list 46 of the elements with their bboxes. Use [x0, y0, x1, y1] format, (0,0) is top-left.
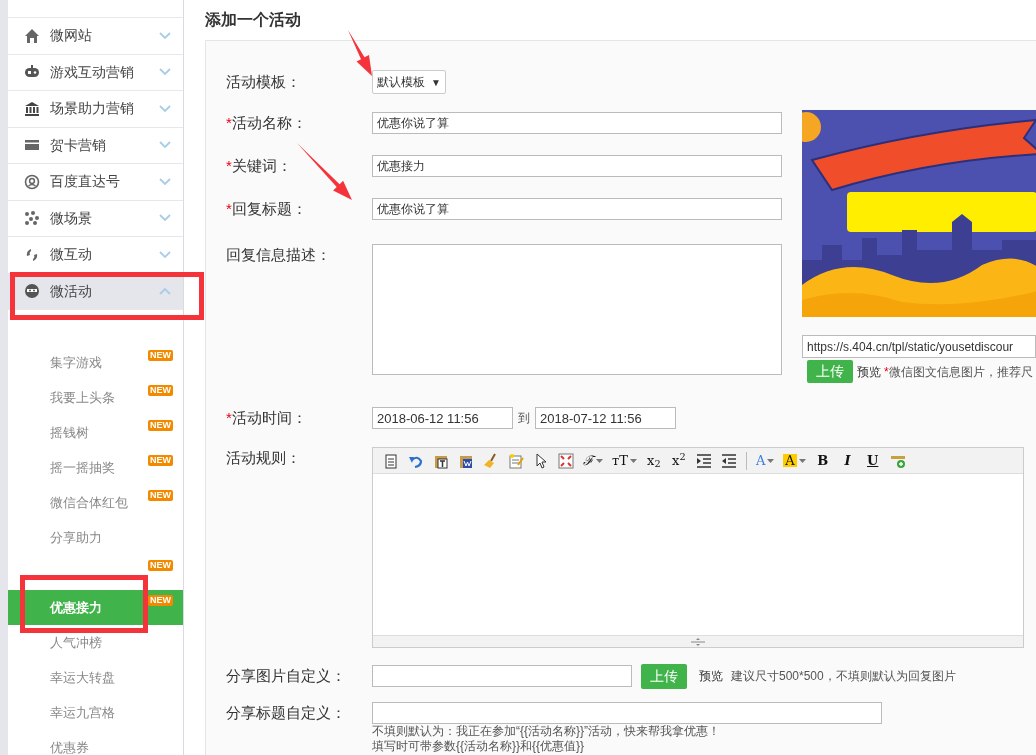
- toolbar-button[interactable]: x$_{2}$: [643, 450, 664, 471]
- input-field[interactable]: 优惠接力: [372, 155, 782, 177]
- new-badge: NEW: [148, 490, 173, 501]
- required-mark: *: [226, 407, 232, 428]
- hint-text: 微信图文信息图片，推荐尺: [888, 363, 1033, 381]
- preview-link[interactable]: 预览: [857, 362, 881, 381]
- hint-text: 不填则默认为：我正在参加“{{活动名称}}”活动，快来帮我拿优惠！: [372, 724, 722, 739]
- hint-text: 填写时可带参数{{活动名称}}和{{优惠值}}: [372, 739, 586, 754]
- toolbar-button[interactable]: B: [812, 450, 833, 471]
- field-label: 分享标题自定义：: [226, 703, 346, 723]
- input-field[interactable]: 优惠你说了算: [372, 112, 782, 134]
- field-label: 活动模板：: [226, 71, 301, 92]
- rich-text-editor[interactable]: ℱ тT x$_{2}$ x$^{2}$ A A B I U: [372, 447, 1024, 648]
- hint-text: 建议尺寸500*500，不填则默认为回复图片: [731, 668, 956, 685]
- input-field[interactable]: 优惠你说了算: [372, 198, 782, 220]
- toolbar-button[interactable]: A: [781, 450, 808, 471]
- field-label: 关键词：: [231, 155, 292, 176]
- new-badge: NEW: [148, 560, 173, 571]
- input-field[interactable]: 2018-06-12 11:56: [372, 407, 513, 429]
- toolbar-button[interactable]: тT: [610, 450, 639, 471]
- range-separator: 到: [518, 410, 530, 427]
- new-badge: NEW: [148, 420, 173, 431]
- required-mark: *: [884, 363, 889, 381]
- input-field[interactable]: 2018-07-12 11:56: [535, 407, 676, 429]
- preview-link[interactable]: 预览: [699, 667, 723, 685]
- new-badge: NEW: [148, 350, 173, 361]
- field-label: 回复信息描述：: [226, 245, 331, 265]
- toolbar-button[interactable]: A: [753, 450, 777, 471]
- toolbar-button[interactable]: ℱ: [581, 450, 605, 471]
- required-mark: *: [226, 155, 232, 176]
- new-badge: NEW: [148, 595, 173, 606]
- required-mark: *: [226, 198, 232, 219]
- field-label: 活动时间：: [231, 407, 307, 428]
- field-label: 分享图片自定义：: [226, 665, 346, 686]
- toolbar-button[interactable]: x$^{2}$: [668, 450, 689, 471]
- required-mark: *: [226, 112, 232, 133]
- toolbar-button[interactable]: U: [862, 450, 883, 471]
- field-label: 活动规则：: [226, 448, 301, 468]
- toolbar-button[interactable]: I: [837, 450, 858, 471]
- page-title: 添加一个活动: [205, 11, 301, 28]
- field-label: 回复标题：: [231, 198, 307, 219]
- field-label: 活动名称：: [231, 112, 307, 133]
- input-field[interactable]: https://s.404.cn/tpl/static/yousetdiscour: [802, 335, 1036, 358]
- template-dropdown[interactable]: 默认模板 ▼: [372, 70, 446, 94]
- new-badge: NEW: [148, 455, 173, 466]
- new-badge: NEW: [148, 385, 173, 396]
